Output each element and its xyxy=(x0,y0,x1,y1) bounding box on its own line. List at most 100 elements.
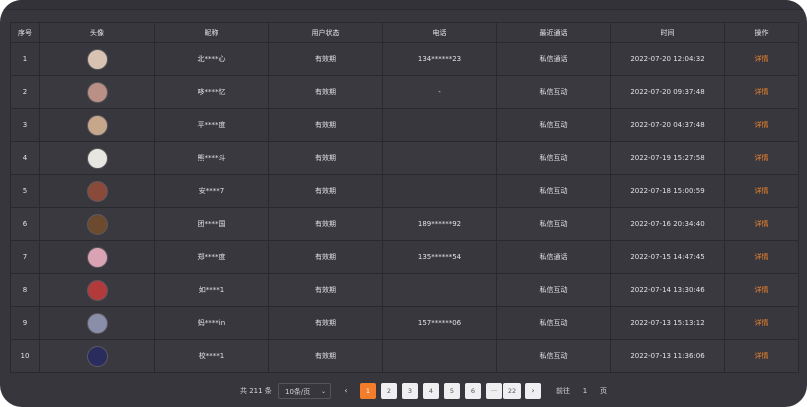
page-button-22[interactable]: 22 xyxy=(503,383,521,399)
goto-page-input[interactable]: 1 xyxy=(576,383,594,399)
avatar-cell xyxy=(39,306,155,340)
row-status: 有效期 xyxy=(268,174,383,208)
avatar-cell xyxy=(39,240,155,274)
detail-link[interactable]: 详情 xyxy=(724,174,799,208)
chevron-down-icon: ⌄ xyxy=(320,388,326,395)
row-status: 有效期 xyxy=(268,108,383,142)
top-strip xyxy=(0,0,807,10)
page-button-3[interactable]: 3 xyxy=(402,383,418,399)
avatar xyxy=(86,81,108,103)
avatar xyxy=(86,345,108,367)
page-size-select[interactable]: 10条/页 ⌄ xyxy=(278,383,331,399)
avatar xyxy=(86,147,108,169)
row-index: 9 xyxy=(10,306,40,340)
table-row: 5 安****7 有效期 私信互动 2022-07-18 15:00:59 详情 xyxy=(10,174,799,208)
row-time: 2022-07-20 12:04:32 xyxy=(610,42,725,76)
page-button-5[interactable]: 5 xyxy=(444,383,460,399)
row-phone xyxy=(382,339,497,373)
avatar-cell xyxy=(39,339,155,373)
table-row: 6 团****国 有效期 189******92 私信互动 2022-07-16 20:3… xyxy=(10,207,799,241)
row-last-call: 私信互动 xyxy=(496,108,611,142)
avatar-cell xyxy=(39,207,155,241)
avatar xyxy=(86,48,108,70)
goto-suffix: 页 xyxy=(600,387,607,395)
avatar-cell xyxy=(39,42,155,76)
row-last-call: 私信通话 xyxy=(496,240,611,274)
prev-page-button[interactable]: ‹ xyxy=(338,383,354,399)
header-time: 时间 xyxy=(610,22,725,43)
avatar xyxy=(86,180,108,202)
page-button-1[interactable]: 1 xyxy=(360,383,376,399)
avatar-cell xyxy=(39,75,155,109)
row-status: 有效期 xyxy=(268,141,383,175)
detail-link[interactable]: 详情 xyxy=(724,306,799,340)
page-size-value: 10条/页 xyxy=(285,388,311,396)
row-nickname: 如****1 xyxy=(154,273,269,307)
header-phone: 电话 xyxy=(382,22,497,43)
row-time: 2022-07-13 15:13:12 xyxy=(610,306,725,340)
row-last-call: 私信互动 xyxy=(496,339,611,373)
page-button-4[interactable]: 4 xyxy=(423,383,439,399)
row-nickname: 团****国 xyxy=(154,207,269,241)
row-phone xyxy=(382,108,497,142)
row-index: 2 xyxy=(10,75,40,109)
avatar xyxy=(86,312,108,334)
avatar-cell xyxy=(39,273,155,307)
pagination: 共 211 条 10条/页 ⌄ ‹ 1 2 3 4 5 6 ··· 22 › 前… xyxy=(0,383,807,399)
row-index: 1 xyxy=(10,42,40,76)
goto-label: 前往 xyxy=(556,387,570,395)
row-status: 有效期 xyxy=(268,240,383,274)
detail-link[interactable]: 详情 xyxy=(724,207,799,241)
row-phone xyxy=(382,174,497,208)
row-status: 有效期 xyxy=(268,42,383,76)
row-phone: 189******92 xyxy=(382,207,497,241)
row-last-call: 私信互动 xyxy=(496,75,611,109)
row-phone xyxy=(382,273,497,307)
row-last-call: 私信互动 xyxy=(496,141,611,175)
row-phone xyxy=(382,141,497,175)
row-index: 4 xyxy=(10,141,40,175)
detail-link[interactable]: 详情 xyxy=(724,273,799,307)
table-row: 2 哆****忆 有效期 - 私信互动 2022-07-20 09:37:48 详情 xyxy=(10,75,799,109)
row-last-call: 私信互动 xyxy=(496,306,611,340)
table-row: 7 郑****度 有效期 135******54 私信通话 2022-07-15 14:4… xyxy=(10,240,799,274)
detail-link[interactable]: 详情 xyxy=(724,42,799,76)
table-row: 10 校****1 有效期 私信互动 2022-07-13 11:36:06 详情 xyxy=(10,339,799,373)
detail-link[interactable]: 详情 xyxy=(724,339,799,373)
table-row: 3 平****度 有效期 私信互动 2022-07-20 04:37:48 详情 xyxy=(10,108,799,142)
page-ellipsis-button[interactable]: ··· xyxy=(486,383,502,399)
row-nickname: 熊****斗 xyxy=(154,141,269,175)
row-nickname: 北****心 xyxy=(154,42,269,76)
table-row: 1 北****心 有效期 134******23 私信通话 2022-07-20 12:0… xyxy=(10,42,799,76)
row-time: 2022-07-20 04:37:48 xyxy=(610,108,725,142)
page-button-2[interactable]: 2 xyxy=(381,383,397,399)
avatar-cell xyxy=(39,174,155,208)
detail-link[interactable]: 详情 xyxy=(724,108,799,142)
row-phone: 135******54 xyxy=(382,240,497,274)
user-list-panel: 序号 头像 昵称 用户状态 电话 最近通话 时间 操作 1 北****心 有效期 13… xyxy=(0,0,807,407)
next-page-button[interactable]: › xyxy=(525,383,541,399)
table-row: 9 蚂****in 有效期 157******06 私信互动 2022-07-13 15:… xyxy=(10,306,799,340)
header-nickname: 昵称 xyxy=(154,22,269,43)
avatar-cell xyxy=(39,141,155,175)
row-time: 2022-07-18 15:00:59 xyxy=(610,174,725,208)
header-last-call: 最近通话 xyxy=(496,22,611,43)
row-index: 6 xyxy=(10,207,40,241)
row-time: 2022-07-15 14:47:45 xyxy=(610,240,725,274)
header-action: 操作 xyxy=(724,22,799,43)
row-nickname: 哆****忆 xyxy=(154,75,269,109)
detail-link[interactable]: 详情 xyxy=(724,240,799,274)
header-index: 序号 xyxy=(10,22,40,43)
table-row: 4 熊****斗 有效期 私信互动 2022-07-19 15:27:58 详情 xyxy=(10,141,799,175)
page-button-6[interactable]: 6 xyxy=(465,383,481,399)
row-last-call: 私信互动 xyxy=(496,174,611,208)
avatar xyxy=(86,279,108,301)
row-nickname: 蚂****in xyxy=(154,306,269,340)
row-status: 有效期 xyxy=(268,273,383,307)
row-nickname: 平****度 xyxy=(154,108,269,142)
detail-link[interactable]: 详情 xyxy=(724,141,799,175)
detail-link[interactable]: 详情 xyxy=(724,75,799,109)
row-time: 2022-07-16 20:34:40 xyxy=(610,207,725,241)
header-avatar: 头像 xyxy=(39,22,155,43)
row-status: 有效期 xyxy=(268,339,383,373)
